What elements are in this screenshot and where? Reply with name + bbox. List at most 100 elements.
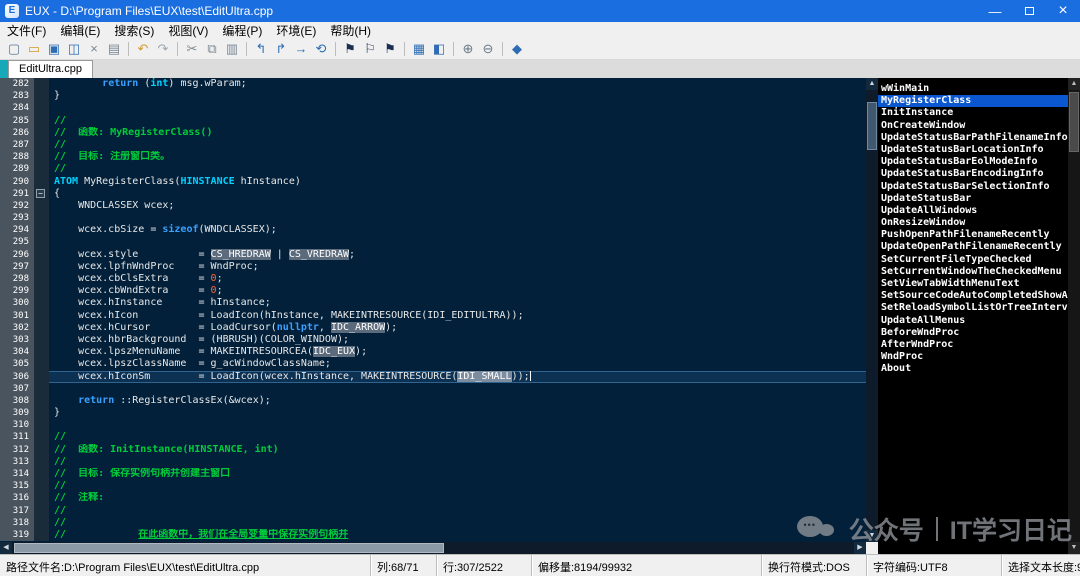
code-line-301[interactable]: 301 wcex.hIcon = LoadIcon(hInstance, MAK… xyxy=(0,310,866,322)
code-line-307[interactable]: 307 xyxy=(0,383,866,395)
code-line-297[interactable]: 297 wcex.lpfnWndProc = WndProc; xyxy=(0,261,866,273)
function-list-item[interactable]: UpdateStatusBarEncodingInfo xyxy=(878,168,1068,180)
cut-icon[interactable]: ✂ xyxy=(183,40,201,58)
maximize-button[interactable] xyxy=(1012,0,1046,22)
code-line-302[interactable]: 302 wcex.hCursor = LoadCursor(nullptr, I… xyxy=(0,322,866,334)
code-line-292[interactable]: 292 WNDCLASSEX wcex; xyxy=(0,200,866,212)
panel-scroll-up-icon[interactable]: ▲ xyxy=(1068,78,1080,90)
code-line-288[interactable]: 288// 目标: 注册窗口类。 xyxy=(0,151,866,163)
code-line-296[interactable]: 296 wcex.style = CS_HREDRAW | CS_VREDRAW… xyxy=(0,249,866,261)
function-list-item[interactable]: SetSourceCodeAutoCompletedShowA xyxy=(878,290,1068,302)
bookmark-prev-icon[interactable]: ⚐ xyxy=(361,40,379,58)
code-line-314[interactable]: 314// 目标: 保存实例句柄并创建主窗口 xyxy=(0,468,866,480)
panel-scroll-down-icon[interactable]: ▼ xyxy=(1068,542,1080,554)
fold-marker-icon[interactable]: − xyxy=(36,189,45,198)
code-line-318[interactable]: 318// xyxy=(0,517,866,529)
code-line-283[interactable]: 283} xyxy=(0,90,866,102)
undo-icon[interactable]: ↶ xyxy=(134,40,152,58)
split-window-icon[interactable]: ◧ xyxy=(430,40,448,58)
bookmark-toggle-icon[interactable]: ⚑ xyxy=(341,40,359,58)
code-line-308[interactable]: 308 return ::RegisterClassEx(&wcex); xyxy=(0,395,866,407)
code-line-310[interactable]: 310 xyxy=(0,419,866,431)
function-list-item[interactable]: BeforeWndProc xyxy=(878,327,1068,339)
function-list-item[interactable]: OnResizeWindow xyxy=(878,217,1068,229)
menu-file[interactable]: 文件(F) xyxy=(0,21,53,40)
code-line-293[interactable]: 293 xyxy=(0,212,866,224)
zoom-out-icon[interactable]: ⊖ xyxy=(479,40,497,58)
editor-vertical-scrollbar[interactable]: ▲ ▼ xyxy=(866,78,878,542)
function-list-item[interactable]: UpdateStatusBarEolModeInfo xyxy=(878,156,1068,168)
editor-horizontal-scrollbar[interactable]: ◀ ▶ xyxy=(0,542,866,554)
function-list-item[interactable]: SetReloadSymbolListOrTreeInterva xyxy=(878,302,1068,314)
function-list-item[interactable]: SetCurrentFileTypeChecked xyxy=(878,254,1068,266)
function-list-scrollbar[interactable]: ▲ ▼ xyxy=(1068,78,1080,554)
close-file-icon[interactable]: × xyxy=(85,40,103,58)
code-line-294[interactable]: 294 wcex.cbSize = sizeof(WNDCLASSEX); xyxy=(0,224,866,236)
code-line-316[interactable]: 316// 注释: xyxy=(0,492,866,504)
code-line-298[interactable]: 298 wcex.cbClsExtra = 0; xyxy=(0,273,866,285)
goto-line-icon[interactable]: → xyxy=(292,40,310,58)
code-line-285[interactable]: 285// xyxy=(0,115,866,127)
redo-icon[interactable]: ↷ xyxy=(154,40,172,58)
function-list-item[interactable]: UpdateStatusBarLocationInfo xyxy=(878,144,1068,156)
tab-editultra-cpp[interactable]: EditUltra.cpp xyxy=(8,60,93,78)
code-line-282[interactable]: 282 return (int) msg.wParam; xyxy=(0,78,866,90)
function-list-item[interactable]: PushOpenPathFilenameRecently xyxy=(878,229,1068,241)
minimize-button[interactable]: — xyxy=(978,0,1012,22)
function-list-item[interactable]: UpdateStatusBarSelectionInfo xyxy=(878,181,1068,193)
panel-scroll-thumb[interactable] xyxy=(1069,92,1079,152)
code-line-313[interactable]: 313// xyxy=(0,456,866,468)
code-line-311[interactable]: 311// xyxy=(0,431,866,443)
copy-icon[interactable]: ⧉ xyxy=(203,40,221,58)
function-list-item[interactable]: InitInstance xyxy=(878,107,1068,119)
code-line-303[interactable]: 303 wcex.hbrBackground = (HBRUSH)(COLOR_… xyxy=(0,334,866,346)
bookmark-next-icon[interactable]: ⚑ xyxy=(381,40,399,58)
code-line-309[interactable]: 309} xyxy=(0,407,866,419)
jump-prev-icon[interactable]: ↰ xyxy=(252,40,270,58)
new-file-icon[interactable]: ▢ xyxy=(5,40,23,58)
code-line-319[interactable]: 319// 在此函数中，我们在全局变量中保存实例句柄并 xyxy=(0,529,866,541)
menu-program[interactable]: 编程(P) xyxy=(215,21,269,40)
function-list-item[interactable]: UpdateAllMenus xyxy=(878,315,1068,327)
menu-help[interactable]: 帮助(H) xyxy=(323,21,378,40)
tab-list-button[interactable] xyxy=(0,60,8,78)
scroll-up-arrow-icon[interactable]: ▲ xyxy=(866,78,878,90)
code-line-315[interactable]: 315// xyxy=(0,480,866,492)
function-list-item[interactable]: SetCurrentWindowTheCheckedMenu xyxy=(878,266,1068,278)
print-icon[interactable]: ▤ xyxy=(105,40,123,58)
code-line-289[interactable]: 289// xyxy=(0,163,866,175)
save-all-icon[interactable]: ◫ xyxy=(65,40,83,58)
scroll-right-arrow-icon[interactable]: ▶ xyxy=(854,542,866,554)
function-list-item[interactable]: AfterWndProc xyxy=(878,339,1068,351)
code-line-306[interactable]: 306 wcex.hIconSm = LoadIcon(wcex.hInstan… xyxy=(0,371,866,383)
save-icon[interactable]: ▣ xyxy=(45,40,63,58)
hex-view-icon[interactable]: ▦ xyxy=(410,40,428,58)
function-list-item[interactable]: wWinMain xyxy=(878,83,1068,95)
function-list-item[interactable]: UpdateStatusBarPathFilenameInfo xyxy=(878,132,1068,144)
code-line-295[interactable]: 295 xyxy=(0,236,866,248)
function-list-item[interactable]: OnCreateWindow xyxy=(878,120,1068,132)
jump-next-icon[interactable]: ↱ xyxy=(272,40,290,58)
editor-vscroll-thumb[interactable] xyxy=(867,102,877,150)
code-line-299[interactable]: 299 wcex.cbWndExtra = 0; xyxy=(0,285,866,297)
open-file-icon[interactable]: ▭ xyxy=(25,40,43,58)
function-list-item[interactable]: UpdateStatusBar xyxy=(878,193,1068,205)
refresh-icon[interactable]: ⟲ xyxy=(312,40,330,58)
scroll-down-arrow-icon[interactable]: ▼ xyxy=(866,530,878,542)
menu-environment[interactable]: 环境(E) xyxy=(269,21,323,40)
function-list-item[interactable]: SetViewTabWidthMenuText xyxy=(878,278,1068,290)
code-line-317[interactable]: 317// xyxy=(0,505,866,517)
run-icon[interactable]: ◆ xyxy=(508,40,526,58)
menu-edit[interactable]: 编辑(E) xyxy=(53,21,107,40)
paste-icon[interactable]: ▥ xyxy=(223,40,241,58)
function-list-item[interactable]: WndProc xyxy=(878,351,1068,363)
function-list-item[interactable]: UpdateAllWindows xyxy=(878,205,1068,217)
code-line-312[interactable]: 312// 函数: InitInstance(HINSTANCE, int) xyxy=(0,444,866,456)
code-line-291[interactable]: 291−{ xyxy=(0,188,866,200)
code-line-286[interactable]: 286// 函数: MyRegisterClass() xyxy=(0,127,866,139)
code-line-300[interactable]: 300 wcex.hInstance = hInstance; xyxy=(0,297,866,309)
code-line-305[interactable]: 305 wcex.lpszClassName = g_acWindowClass… xyxy=(0,358,866,370)
code-line-287[interactable]: 287// xyxy=(0,139,866,151)
code-line-284[interactable]: 284 xyxy=(0,102,866,114)
code-area[interactable]: 282 return (int) msg.wParam;283}284285//… xyxy=(0,78,866,542)
